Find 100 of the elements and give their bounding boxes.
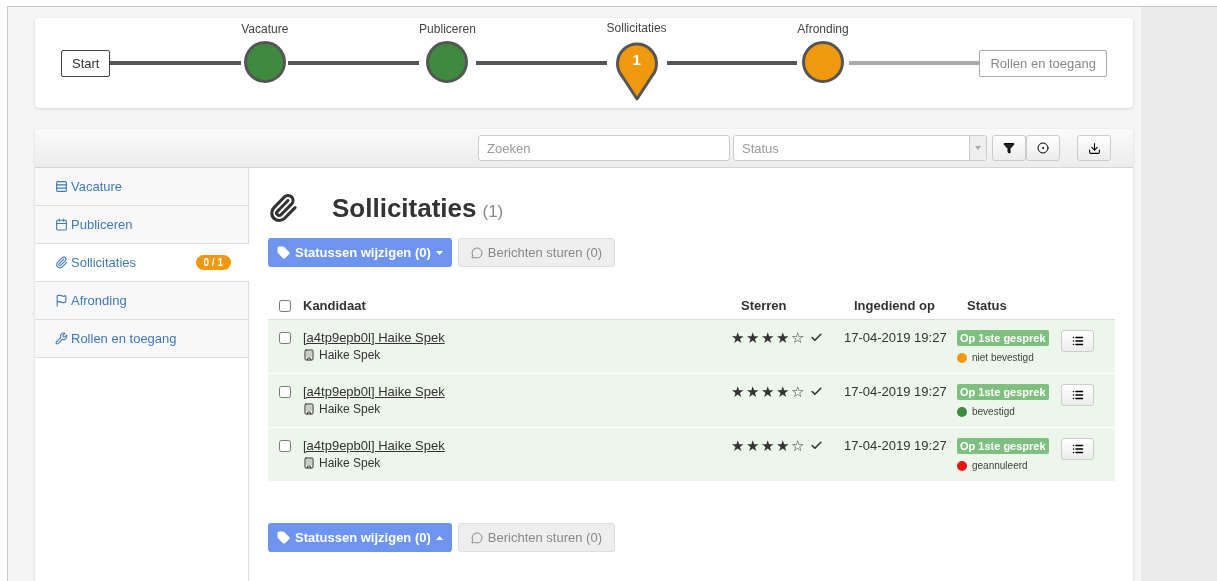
status-note: bevestigd [972,406,1015,417]
status-note: niet bevestigd [972,352,1034,363]
wrench-icon [55,332,68,345]
tag-icon [277,531,290,544]
status-select[interactable]: Status [733,135,987,161]
change-status-button[interactable]: Statussen wijzigen (0) [268,238,452,267]
step-label: Afronding [797,21,849,38]
sidebar-label: Rollen en toegang [71,331,178,346]
circle-dot-icon [1037,142,1049,154]
check-icon [810,439,823,452]
filter-button[interactable] [992,135,1026,161]
title-count: (1) [482,201,504,222]
building-icon [303,457,315,469]
count-badge: 0 / 1 [195,255,231,270]
star-icon: ★ [746,438,759,453]
clear-filter-button[interactable] [1026,135,1060,161]
list-icon [1071,335,1084,347]
candidate-link[interactable]: [a4tp9epb0l] Haike Spek [303,384,731,399]
sidebar-item[interactable]: Vacature [35,168,248,206]
caret-icon [975,146,981,150]
send-messages-button[interactable]: Berichten sturen (0) [457,523,615,552]
row-checkbox[interactable] [279,386,291,398]
submitted-date: 17-04-2019 19:27 [844,438,948,453]
calendar-icon [55,218,68,231]
send-messages-button[interactable]: Berichten sturen (0) [457,238,615,267]
check-icon [810,331,823,344]
paperclip-icon [268,193,298,223]
star-icon: ★ [761,330,774,345]
page-title: Sollicitaties [332,192,477,224]
tag-icon [277,246,290,259]
sidebar-item[interactable]: Sollicitaties 0 / 1 [35,244,249,282]
star-icon: ★ [731,438,744,453]
sidebar-item[interactable]: Rollen en toegang [35,320,248,358]
company-name: Haike Spek [319,402,381,416]
search-field[interactable]: Zoeken [478,135,730,161]
star-icon: ★ [746,384,759,399]
status-note: geannuleerd [972,460,1028,471]
submitted-date: 17-04-2019 19:27 [844,384,948,399]
star-icon: ★ [776,330,789,345]
building-icon [303,403,315,415]
caret-icon [435,250,443,255]
star-icon: ★ [731,330,744,345]
star-icon: ★ [761,384,774,399]
star-rating[interactable]: ★★★★☆ [731,438,844,453]
column-header: Kandidaat [303,297,367,313]
star-icon: ★ [776,384,789,399]
star-icon: ★ [761,438,774,453]
chat-bubble-icon [470,246,483,259]
caret-icon [435,535,443,540]
sidebar-item[interactable]: Afronding [35,282,248,320]
chat-bubble-icon [470,531,483,544]
step-circle[interactable] [802,40,845,83]
star-rating[interactable]: ★★★★☆ [731,330,844,345]
step-count: 1 [631,50,642,68]
star-icon: ★ [731,384,744,399]
column-header: Status [967,297,1008,313]
step-label: Publiceren [419,21,476,38]
star-rating[interactable]: ★★★★☆ [731,384,844,399]
download-button[interactable] [1077,135,1111,161]
status-label: Op 1ste gesprek [957,384,1049,400]
check-icon [810,385,823,398]
step-box[interactable]: Start [61,49,111,77]
row-menu-button[interactable] [1061,384,1094,406]
rows-icon [55,180,68,193]
star-icon: ☆ [791,384,804,399]
step-circle[interactable] [426,40,469,83]
star-icon: ☆ [791,330,804,345]
company-name: Haike Spek [319,348,381,362]
row-menu-button[interactable] [1061,330,1094,352]
step-label: Vacature [241,21,289,38]
status-label: Op 1ste gesprek [957,330,1049,346]
star-icon: ☆ [791,438,804,453]
list-icon [1071,389,1084,401]
filter-icon [1003,142,1015,154]
submitted-date: 17-04-2019 19:27 [844,330,948,345]
candidate-link[interactable]: [a4tp9epb0l] Haike Spek [303,330,731,345]
row-checkbox[interactable] [279,332,291,344]
sidebar-item[interactable]: Publiceren [35,206,248,244]
company-name: Haike Spek [319,456,381,470]
status-label: Op 1ste gesprek [957,438,1049,454]
column-header: Sterren [741,297,788,313]
sidebar-label: Vacature [71,179,124,194]
building-icon [303,349,315,361]
sidebar-label: Publiceren [71,217,134,232]
candidate-link[interactable]: [a4tp9epb0l] Haike Spek [303,438,731,453]
select-all-checkbox[interactable] [279,300,291,312]
row-checkbox[interactable] [279,440,291,452]
list-icon [1071,443,1084,455]
star-icon: ★ [776,438,789,453]
step-circle[interactable] [243,40,286,83]
step-label: Sollicitaties [606,20,667,37]
flag-icon [55,294,68,307]
paperclip-icon [55,256,68,269]
column-header: Ingediend op [854,297,936,313]
change-status-button[interactable]: Statussen wijzigen (0) [268,523,452,552]
sidebar-label: Afronding [71,293,128,308]
download-icon [1087,141,1101,155]
row-menu-button[interactable] [1061,438,1094,460]
sidebar-label: Sollicitaties [71,255,138,270]
star-icon: ★ [746,330,759,345]
